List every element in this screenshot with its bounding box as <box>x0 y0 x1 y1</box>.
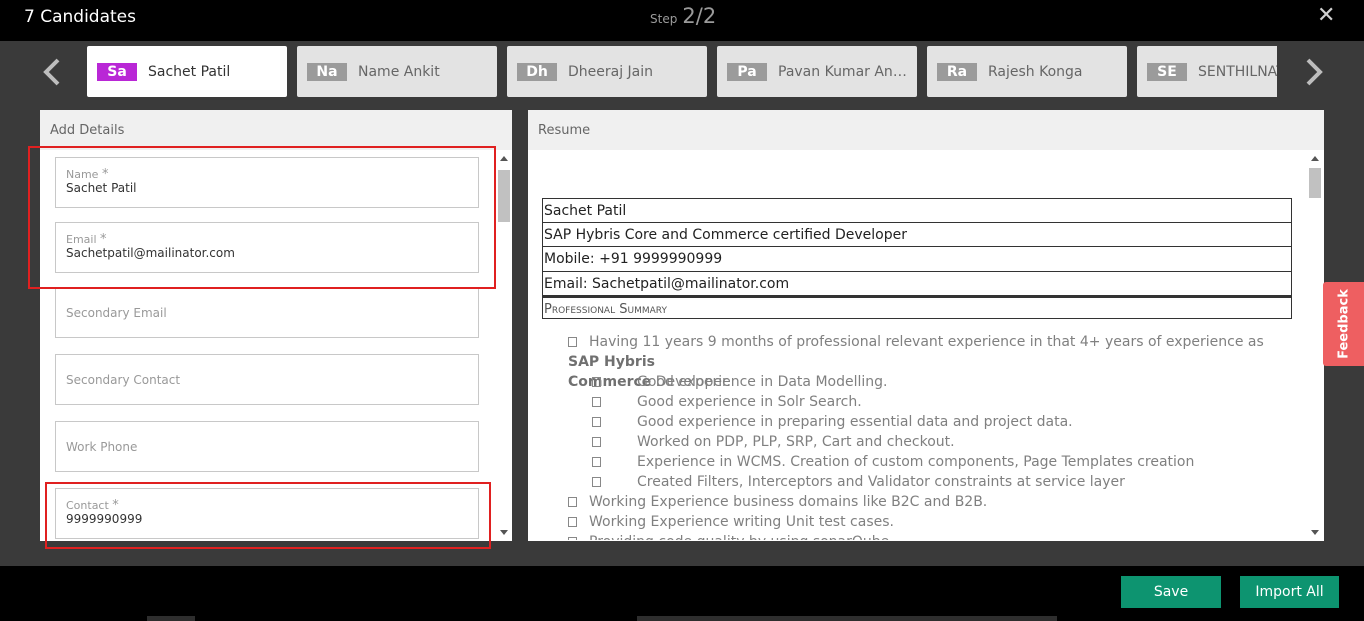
resume-header: Resume <box>528 110 1324 150</box>
resume-contact-table: Sachet Patil SAP Hybris Core and Commerc… <box>542 198 1292 319</box>
name-field[interactable]: Name * Sachet Patil <box>55 157 479 208</box>
list-item: Working Experience writing Unit test cas… <box>568 514 894 530</box>
details-scrollbar[interactable] <box>498 150 510 541</box>
candidate-name: Sachet Patil <box>148 64 231 80</box>
resume-mobile-row: Mobile: +91 9999990999 <box>542 247 1292 272</box>
step-value: 2/2 <box>682 4 717 28</box>
required-marker: * <box>112 498 119 513</box>
feedback-tab[interactable]: Feedback <box>1323 282 1364 366</box>
candidate-tab[interactable]: Pa Pavan Kumar Anu... <box>717 46 917 97</box>
candidate-name: Rajesh Konga <box>988 64 1083 80</box>
candidate-initials-badge: Pa <box>727 63 767 81</box>
list-item: Good experience in preparing essential d… <box>592 414 1073 430</box>
secondary-contact-field[interactable]: Secondary Contact <box>55 354 479 405</box>
scroll-thumb[interactable] <box>1309 168 1321 198</box>
resume-summary-heading: Professional Summary <box>542 296 1292 319</box>
chevron-right-icon[interactable] <box>1298 52 1328 92</box>
list-item: Good experience in Data Modelling. <box>592 374 887 390</box>
add-details-title: Add Details <box>50 123 125 138</box>
candidate-initials-badge: Na <box>307 63 347 81</box>
scroll-up-icon[interactable] <box>500 156 508 161</box>
candidate-name: SENTHILNATHAN <box>1198 64 1277 80</box>
bullet-icon <box>568 497 577 507</box>
list-item: Created Filters, Interceptors and Valida… <box>592 474 1125 490</box>
save-button[interactable]: Save <box>1121 576 1221 608</box>
chevron-left-icon[interactable] <box>38 52 68 92</box>
email-label: Email <box>66 233 97 246</box>
candidate-initials-badge: SE <box>1147 63 1187 81</box>
scroll-thumb[interactable] <box>498 170 510 222</box>
resume-summary-list: Having 11 years 9 months of professional… <box>528 330 1308 540</box>
work-phone-field[interactable]: Work Phone <box>55 421 479 472</box>
resume-title: Resume <box>538 123 591 138</box>
required-marker: * <box>101 167 109 182</box>
list-item: Worked on PDP, PLP, SRP, Cart and checko… <box>592 434 955 450</box>
background-strip <box>637 616 1057 621</box>
name-value: Sachet Patil <box>66 181 137 195</box>
resume-name-row: Sachet Patil <box>542 198 1292 223</box>
candidate-tab[interactable]: Na Name Ankit <box>297 46 497 97</box>
bullet-icon <box>592 457 601 467</box>
candidate-tab[interactable]: SE SENTHILNATHAN <box>1137 46 1277 97</box>
list-item: Experience in WCMS. Creation of custom c… <box>592 454 1194 470</box>
import-all-button[interactable]: Import All <box>1240 576 1339 608</box>
list-item: Good experience in Solr Search. <box>592 394 862 410</box>
scroll-down-icon[interactable] <box>500 530 508 535</box>
feedback-label: Feedback <box>1336 289 1351 359</box>
candidate-tab[interactable]: Dh Dheeraj Jain <box>507 46 707 97</box>
bullet-icon <box>592 417 601 427</box>
bullet-icon <box>568 337 577 347</box>
email-value: Sachetpatil@mailinator.com <box>66 246 235 260</box>
candidate-initials-badge: Dh <box>517 63 557 81</box>
background-strip <box>147 616 195 621</box>
email-field[interactable]: Email * Sachetpatil@mailinator.com <box>55 222 479 273</box>
resume-email-row: Email: Sachetpatil@mailinator.com <box>542 271 1292 296</box>
bullet-icon <box>568 537 577 540</box>
secondary-contact-placeholder: Secondary Contact <box>66 373 181 387</box>
resume-title-row: SAP Hybris Core and Commerce certified D… <box>542 222 1292 247</box>
bullet-icon <box>592 437 601 447</box>
candidate-name: Pavan Kumar Anu... <box>778 64 913 80</box>
scroll-up-icon[interactable] <box>1311 156 1319 161</box>
contact-value: 9999990999 <box>66 512 143 526</box>
candidate-tab[interactable]: Sa Sachet Patil <box>87 46 287 97</box>
resume-scrollbar[interactable] <box>1309 150 1321 541</box>
candidate-name: Dheeraj Jain <box>568 64 654 80</box>
contact-label: Contact <box>66 499 109 512</box>
modal-title: 7 Candidates <box>24 7 136 27</box>
step-label: Step <box>650 12 678 26</box>
modal-header: 7 Candidates Step 2/2 ✕ <box>0 0 1364 41</box>
bullet-icon <box>592 377 601 387</box>
add-details-header: Add Details <box>40 110 512 150</box>
add-details-panel: Add Details Name * Sachet Patil Email * … <box>40 110 512 541</box>
candidate-tab[interactable]: Ra Rajesh Konga <box>927 46 1127 97</box>
required-marker: * <box>100 232 107 247</box>
step-indicator: Step 2/2 <box>650 4 716 28</box>
bullet-icon <box>592 477 601 487</box>
work-phone-placeholder: Work Phone <box>66 440 138 454</box>
secondary-email-placeholder: Secondary Email <box>66 306 167 320</box>
contact-field[interactable]: Contact * 9999990999 <box>55 488 479 539</box>
candidate-initials-badge: Ra <box>937 63 977 81</box>
secondary-email-field[interactable]: Secondary Email <box>55 287 479 338</box>
resume-panel: Resume Sachet Patil SAP Hybris Core and … <box>528 110 1324 541</box>
scroll-down-icon[interactable] <box>1311 530 1319 535</box>
candidate-tabs: Sa Sachet Patil Na Name Ankit Dh Dheeraj Jain… <box>87 46 1277 97</box>
bullet-icon <box>592 397 601 407</box>
close-icon[interactable]: ✕ <box>1317 3 1335 28</box>
list-item: Working Experience business domains like… <box>568 494 987 510</box>
candidate-initials-badge: Sa <box>97 63 137 81</box>
bullet-icon <box>568 517 577 527</box>
name-label: Name <box>66 168 99 181</box>
candidate-name: Name Ankit <box>358 64 440 80</box>
list-item: Providing code quality by using sonarQub… <box>568 534 894 540</box>
